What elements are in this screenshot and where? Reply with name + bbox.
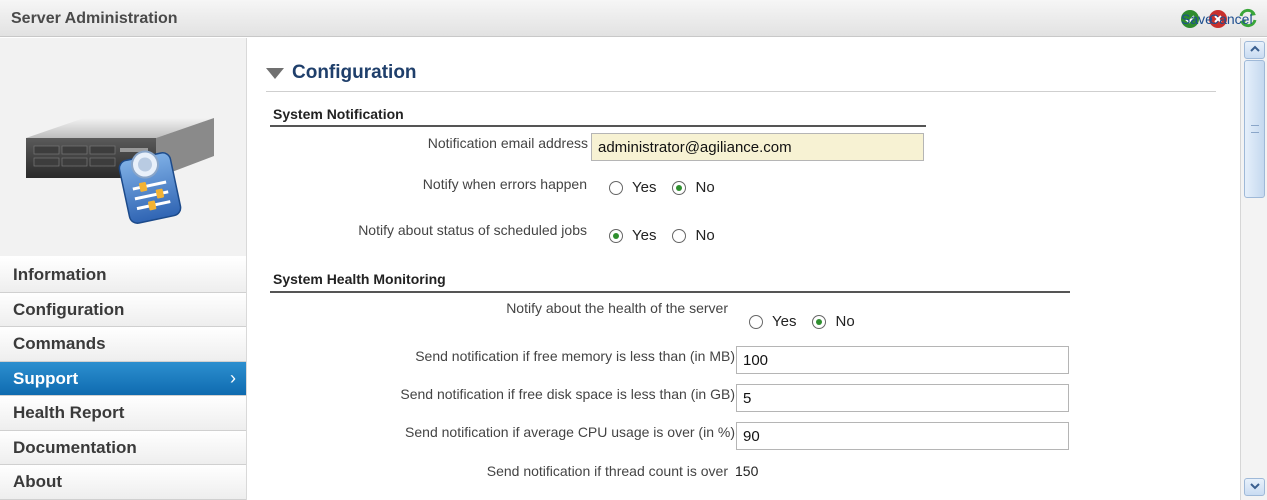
sidebar-item-about[interactable]: About [0, 465, 246, 500]
toolbar-actions: Save Cancel [1175, 8, 1259, 30]
title-bar: Server Administration Save Cancel [0, 0, 1267, 37]
disk-threshold-field[interactable] [736, 384, 1069, 412]
vertical-scrollbar[interactable] [1240, 38, 1267, 500]
notify-server-health-radio-group: Yes No [749, 313, 871, 330]
sidebar-item-label: About [13, 472, 63, 491]
sidebar-item-label: Documentation [13, 437, 137, 457]
radio-label-no: No [835, 313, 855, 330]
group-divider [270, 291, 1070, 293]
chevron-down-icon [1249, 483, 1260, 490]
radio-label-no: No [695, 227, 715, 244]
email-field-label: Notification email address [427, 135, 588, 151]
notify-server-health-label: Notify about the health of the server [506, 300, 728, 316]
server-illustration [0, 38, 246, 256]
sidebar-item-information[interactable]: Information [0, 258, 246, 293]
cancel-button[interactable]: Cancel [1209, 10, 1253, 28]
section-title: Configuration [292, 62, 417, 83]
main-content: Configuration System Notification Notifi… [248, 38, 1240, 500]
sidebar-item-commands[interactable]: Commands [0, 327, 246, 362]
sidebar-item-support[interactable]: Support › [0, 361, 246, 396]
notify-jobs-radio-group: Yes No [609, 227, 731, 244]
memory-threshold-field[interactable] [736, 346, 1069, 374]
notify-errors-label: Notify when errors happen [422, 176, 587, 192]
sidebar-item-label: Commands [13, 334, 106, 353]
radio-label-yes: Yes [772, 313, 797, 330]
scroll-up-button[interactable] [1244, 41, 1265, 59]
sidebar-item-label: Configuration [13, 299, 125, 319]
chevron-right-icon: › [230, 367, 236, 388]
grip-icon [1251, 125, 1259, 133]
notify-errors-radio-group: Yes No [609, 179, 731, 196]
group-divider [270, 125, 926, 127]
scroll-down-button[interactable] [1244, 478, 1265, 496]
cpu-threshold-field[interactable] [736, 422, 1069, 450]
group-title-health-monitoring: System Health Monitoring [273, 271, 446, 287]
notify-errors-yes-radio[interactable] [609, 180, 623, 195]
sidebar-item-health-report[interactable]: Health Report [0, 396, 246, 431]
sidebar-item-label: Support [13, 368, 79, 388]
scroll-thumb[interactable] [1244, 60, 1265, 198]
sidebar-item-documentation[interactable]: Documentation [0, 430, 246, 465]
sidebar-item-label: Information [13, 265, 107, 284]
notify-health-no-radio[interactable] [812, 314, 827, 329]
save-button[interactable]: Save [1181, 10, 1213, 28]
chevron-up-icon [1249, 45, 1260, 52]
sidebar-item-configuration[interactable]: Configuration [0, 292, 246, 327]
sidebar-item-label: Health Report [13, 403, 125, 422]
email-field[interactable] [591, 133, 924, 161]
thread-threshold-value: 150 [735, 463, 759, 479]
cpu-threshold-label: Send notification if average CPU usage i… [405, 424, 735, 440]
radio-label-yes: Yes [632, 227, 657, 244]
notify-jobs-label: Notify about status of scheduled jobs [358, 222, 587, 238]
thread-threshold-label: Send notification if thread count is ove… [486, 463, 728, 479]
disk-threshold-label: Send notification if free disk space is … [400, 386, 735, 402]
section-header-configuration[interactable]: Configuration [266, 62, 417, 84]
sidebar-nav: Information Configuration Commands Suppo… [0, 258, 246, 500]
radio-label-no: No [695, 179, 715, 196]
section-divider [266, 91, 1216, 92]
notify-jobs-yes-radio[interactable] [609, 228, 623, 243]
radio-label-yes: Yes [632, 179, 657, 196]
notify-jobs-no-radio[interactable] [672, 228, 687, 243]
memory-threshold-label: Send notification if free memory is less… [415, 348, 735, 364]
window-title: Server Administration [11, 10, 178, 27]
cancel-label: Cancel [1209, 11, 1253, 27]
notify-errors-no-radio[interactable] [672, 180, 687, 195]
collapse-triangle-icon[interactable] [266, 67, 284, 79]
sidebar: Information Configuration Commands Suppo… [0, 38, 247, 500]
group-title-system-notification: System Notification [273, 106, 404, 122]
server-icon [26, 118, 214, 224]
notify-health-yes-radio[interactable] [749, 314, 763, 329]
